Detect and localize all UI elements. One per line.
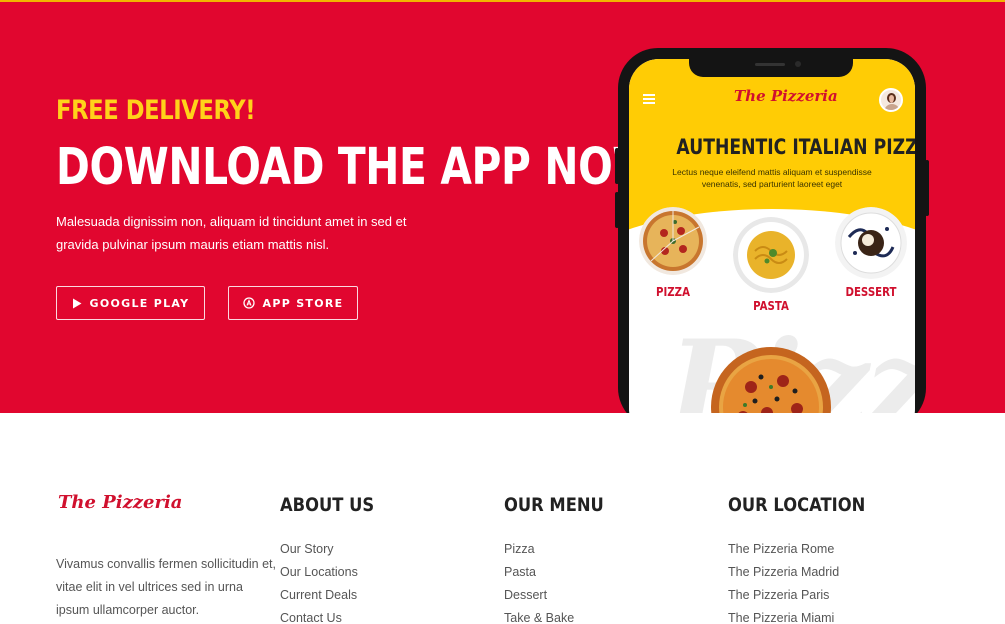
footer-link-madrid[interactable]: The Pizzeria Madrid <box>728 561 839 584</box>
user-avatar[interactable] <box>879 88 903 112</box>
top-accent-line <box>0 0 1005 2</box>
footer-link-our-story[interactable]: Our Story <box>280 538 358 561</box>
footer-about-text: Vivamus convallis fermen sollicitudin et… <box>56 557 277 617</box>
footer-link-miami[interactable]: The Pizzeria Miami <box>728 607 839 624</box>
play-icon <box>72 298 82 309</box>
front-camera <box>795 61 801 67</box>
app-store-button[interactable]: APP STORE <box>228 286 358 320</box>
pizza-dish-image[interactable] <box>639 207 707 275</box>
google-play-label: GOOGLE PLAY <box>89 296 190 310</box>
download-app-hero: FREE DELIVERY! DOWNLOAD THE APP NOW! Mal… <box>0 0 1005 413</box>
app-subtext: Lectus neque eleifend mattis aliquam et … <box>672 167 872 189</box>
app-heading: AUTHENTIC ITALIAN PIZZERIA <box>676 135 915 159</box>
pasta-dish-image[interactable] <box>733 217 809 293</box>
our-location-heading: OUR LOCATION <box>728 494 866 516</box>
speaker-grill <box>755 63 785 66</box>
footer-link-take-and-bake[interactable]: Take & Bake <box>504 607 574 624</box>
category-label-pasta[interactable]: PASTA <box>737 299 805 313</box>
hamburger-menu-icon[interactable] <box>643 94 655 106</box>
dessert-dish-image[interactable] <box>835 207 907 279</box>
category-label-dessert[interactable]: DESSERT <box>837 285 905 299</box>
about-us-heading: ABOUT US <box>280 494 375 516</box>
footer-link-dessert[interactable]: Dessert <box>504 584 574 607</box>
hero-title: DOWNLOAD THE APP NOW! <box>56 138 676 197</box>
footer-link-current-deals[interactable]: Current Deals <box>280 584 358 607</box>
phone-screen: Pizza The Pizzeria AUTHENTIC ITALIAN PIZ… <box>629 59 915 413</box>
footer-link-pasta[interactable]: Pasta <box>504 561 574 584</box>
app-logo: The Pizzeria <box>734 87 838 105</box>
our-location-links: The Pizzeria Rome The Pizzeria Madrid Th… <box>728 538 839 624</box>
app-store-icon <box>242 297 255 309</box>
app-store-label: APP STORE <box>262 296 344 310</box>
footer-link-rome[interactable]: The Pizzeria Rome <box>728 538 839 561</box>
footer-link-our-locations[interactable]: Our Locations <box>280 561 358 584</box>
footer-link-paris[interactable]: The Pizzeria Paris <box>728 584 839 607</box>
hero-eyebrow: FREE DELIVERY! <box>56 95 256 126</box>
google-play-button[interactable]: GOOGLE PLAY <box>56 286 205 320</box>
category-label-pizza[interactable]: PIZZA <box>639 285 707 299</box>
our-menu-heading: OUR MENU <box>504 494 604 516</box>
footer-link-pizza[interactable]: Pizza <box>504 538 574 561</box>
footer-logo[interactable]: The Pizzeria <box>58 492 182 513</box>
our-menu-links: Pizza Pasta Dessert Take & Bake <box>504 538 574 624</box>
phone-mockup: Pizza The Pizzeria AUTHENTIC ITALIAN PIZ… <box>618 48 926 413</box>
about-us-links: Our Story Our Locations Current Deals Co… <box>280 538 358 624</box>
hero-description: Malesuada dignissim non, aliquam id tinc… <box>56 214 407 252</box>
featured-pizza-image <box>711 347 831 413</box>
phone-notch <box>689 59 853 77</box>
footer-link-contact-us[interactable]: Contact Us <box>280 607 358 624</box>
